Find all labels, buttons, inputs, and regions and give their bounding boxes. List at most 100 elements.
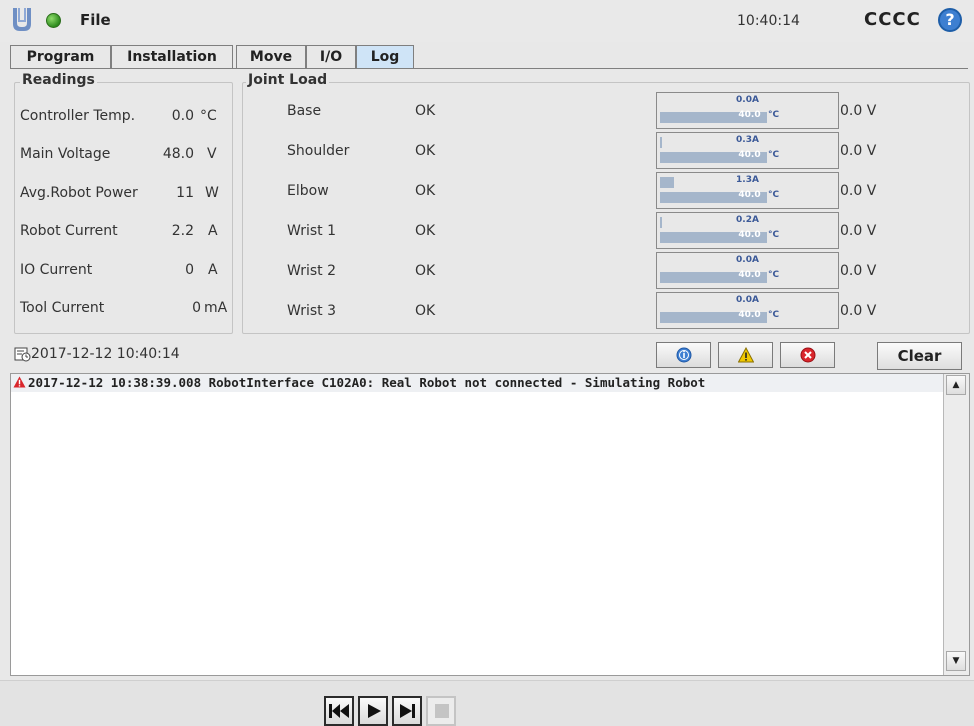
joint-name-base: Base [287, 103, 322, 119]
joint-voltage-shoulder: 0.0 V [840, 143, 877, 159]
joint-meter-wrist-2: 0.0A 40.0 °C [656, 252, 839, 289]
error-filter-button[interactable] [780, 342, 835, 368]
play-button[interactable] [358, 696, 388, 726]
joint-voltage-base: 0.0 V [840, 103, 877, 119]
log-scrollbar[interactable]: ▲ ▼ [943, 374, 969, 675]
joint-name-elbow: Elbow [287, 183, 329, 199]
reading-unit-io-current: A [208, 262, 218, 278]
current-value: 0.0A [736, 295, 759, 305]
reading-label-main-voltage: Main Voltage [20, 146, 111, 162]
reading-value-robot-current: 2.2 [171, 223, 194, 239]
reading-unit-tool-current: mA [204, 300, 228, 316]
step-forward-icon [400, 704, 415, 718]
rewind-icon [329, 704, 349, 718]
readings-title: Readings [20, 72, 97, 88]
temperature-value: 40.0 [738, 190, 761, 200]
temperature-unit: °C [768, 270, 780, 280]
joint-status-base: OK [415, 103, 436, 119]
joint-name-wrist-2: Wrist 2 [287, 263, 336, 279]
log-time-icon [14, 347, 31, 362]
step-forward-button[interactable] [392, 696, 422, 726]
scroll-down-button[interactable]: ▼ [946, 651, 966, 671]
reading-label-avg-robot-power: Avg.Robot Power [20, 185, 138, 201]
tab-io[interactable]: I/O [306, 45, 356, 69]
reading-label-robot-current: Robot Current [20, 223, 118, 239]
temperature-value: 40.0 [738, 110, 761, 120]
robot-status-icon [46, 13, 61, 28]
reading-value-main-voltage: 48.0 [162, 146, 194, 162]
stop-button[interactable] [426, 696, 456, 726]
ur-logo-icon [13, 8, 31, 31]
joint-meter-shoulder: 0.3A 40.0 °C [656, 132, 839, 169]
current-value: 0.2A [736, 215, 759, 225]
temperature-unit: °C [768, 310, 780, 320]
tab-installation[interactable]: Installation [111, 45, 233, 69]
tab-move[interactable]: Move [236, 45, 306, 69]
warning-icon [738, 347, 754, 363]
temperature-value: 40.0 [738, 270, 761, 280]
tab-log[interactable]: Log [356, 45, 414, 69]
reading-value-io-current: 0 [185, 262, 194, 278]
temperature-unit: °C [768, 230, 780, 240]
joint-meter-base: 0.0A 40.0 °C [656, 92, 839, 129]
reading-value-tool-current: 0 [192, 300, 201, 316]
reading-unit-main-voltage: V [207, 146, 217, 162]
tab-strip-divider [10, 68, 968, 69]
joint-name-wrist-1: Wrist 1 [287, 223, 336, 239]
joint-load-title: Joint Load [246, 72, 330, 88]
joint-voltage-elbow: 0.0 V [840, 183, 877, 199]
reading-unit-controller-temp: °C [200, 108, 217, 124]
joint-voltage-wrist-2: 0.0 V [840, 263, 877, 279]
log-timestamp: 2017-12-12 10:40:14 [31, 346, 180, 362]
joint-status-shoulder: OK [415, 143, 436, 159]
reading-value-controller-temp: 0.0 [171, 108, 194, 124]
clock: 10:40:14 [737, 13, 800, 29]
current-value: 0.3A [736, 135, 759, 145]
current-value: 0.0A [736, 255, 759, 265]
joint-status-wrist-3: OK [415, 303, 436, 319]
temperature-value: 40.0 [738, 230, 761, 240]
joint-status-wrist-2: OK [415, 263, 436, 279]
temperature-value: 40.0 [738, 310, 761, 320]
info-icon [676, 347, 692, 363]
temperature-unit: °C [768, 190, 780, 200]
reading-label-controller-temp: Controller Temp. [20, 108, 136, 124]
file-menu[interactable]: File [80, 11, 111, 29]
scroll-up-button[interactable]: ▲ [946, 375, 966, 395]
log-list[interactable]: 2017-12-12 10:38:39.008 RobotInterface C… [10, 373, 970, 676]
play-icon [368, 704, 381, 718]
joint-meter-wrist-1: 0.2A 40.0 °C [656, 212, 839, 249]
log-entry-text: 2017-12-12 10:38:39.008 RobotInterface C… [28, 375, 706, 390]
help-icon[interactable]: ? [938, 8, 962, 32]
reading-label-tool-current: Tool Current [20, 300, 105, 316]
playback-bar [0, 680, 974, 726]
top-bar: File 10:40:14 CCCC ? [0, 0, 974, 42]
current-value: 0.0A [736, 95, 759, 105]
tab-program[interactable]: Program [10, 45, 111, 69]
rewind-button[interactable] [324, 696, 354, 726]
warning-icon [13, 376, 26, 388]
warning-filter-button[interactable] [718, 342, 773, 368]
joint-meter-wrist-3: 0.0A 40.0 °C [656, 292, 839, 329]
stop-icon [435, 704, 449, 718]
joint-load-panel [242, 82, 970, 334]
joint-name-wrist-3: Wrist 3 [287, 303, 336, 319]
joint-status-wrist-1: OK [415, 223, 436, 239]
error-icon [800, 347, 816, 363]
reading-unit-robot-current: A [208, 223, 218, 239]
clear-log-button[interactable]: Clear [877, 342, 962, 370]
log-entry[interactable]: 2017-12-12 10:38:39.008 RobotInterface C… [11, 374, 943, 392]
info-filter-button[interactable] [656, 342, 711, 368]
joint-meter-elbow: 1.3A 40.0 °C [656, 172, 839, 209]
joint-status-elbow: OK [415, 183, 436, 199]
reading-value-avg-robot-power: 11 [176, 185, 194, 201]
joint-voltage-wrist-1: 0.0 V [840, 223, 877, 239]
temperature-value: 40.0 [738, 150, 761, 160]
joint-name-shoulder: Shoulder [287, 143, 350, 159]
current-value: 1.3A [736, 175, 759, 185]
temperature-unit: °C [768, 110, 780, 120]
robot-name: CCCC [864, 9, 921, 30]
reading-label-io-current: IO Current [20, 262, 93, 278]
temperature-unit: °C [768, 150, 780, 160]
reading-unit-avg-robot-power: W [205, 185, 219, 201]
